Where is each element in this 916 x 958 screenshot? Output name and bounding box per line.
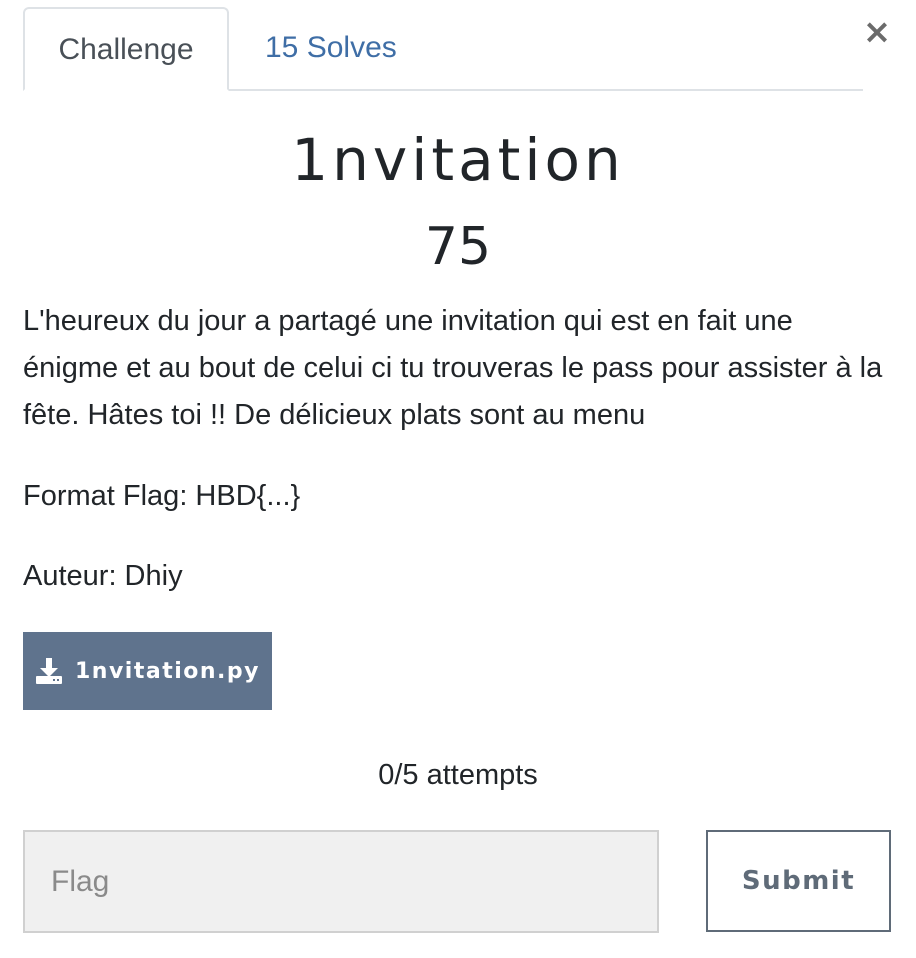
challenge-name: 1nvitation xyxy=(291,126,625,194)
flag-format-text: Format Flag: HBD{...} xyxy=(23,480,301,512)
tab-challenge[interactable]: Challenge xyxy=(23,7,229,91)
submit-button[interactable]: Submit xyxy=(706,830,891,932)
description-text: L'heureux du jour a partagé une invitati… xyxy=(23,305,883,431)
tab-solves[interactable]: 15 Solves xyxy=(265,7,397,89)
challenge-description: L'heureux du jour a partagé une invitati… xyxy=(23,298,893,439)
file-name: 1nvitation.py xyxy=(75,658,260,684)
challenge-modal: × Challenge 15 Solves 1nvitation 75 L'he… xyxy=(0,0,916,958)
challenge-tabs: Challenge 15 Solves xyxy=(23,7,863,91)
author-text: Auteur: Dhiy xyxy=(23,560,183,592)
challenge-value: 75 xyxy=(424,217,492,277)
flag-input[interactable] xyxy=(23,830,659,933)
download-icon xyxy=(35,657,63,685)
close-button[interactable]: × xyxy=(860,12,894,52)
file-download-button[interactable]: 1nvitation.py xyxy=(23,632,272,710)
attempts-counter: 0/5 attempts xyxy=(378,759,538,791)
